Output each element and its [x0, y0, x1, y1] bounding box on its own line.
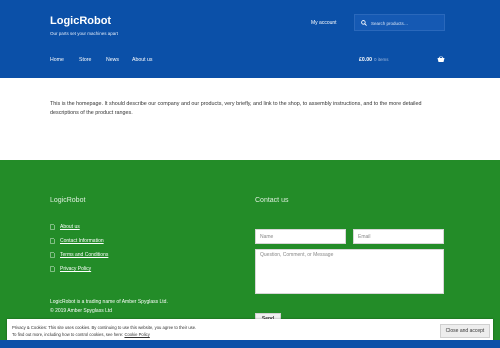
- close-and-accept-button[interactable]: Close and accept: [440, 324, 490, 338]
- footer-link-about-us[interactable]: About us: [60, 224, 80, 230]
- cookie-text: Privacy & Cookies: This site uses cookie…: [12, 324, 196, 338]
- site-tagline: Our parts set your machines apart: [50, 31, 119, 36]
- nav-about-us[interactable]: About us: [132, 57, 152, 63]
- document-icon: [50, 252, 55, 258]
- name-field[interactable]: [255, 229, 346, 244]
- footer-link-privacy-policy[interactable]: Privacy Policy: [60, 266, 91, 272]
- footer-trading-name: LogicRobot is a trading name of Amber Sp…: [50, 299, 168, 305]
- footer-link-terms[interactable]: Terms and Conditions: [60, 252, 108, 258]
- cookie-text-line2: To find out more, including how to contr…: [12, 331, 196, 338]
- nav-news[interactable]: News: [106, 57, 119, 63]
- my-account-link[interactable]: My account: [311, 20, 337, 26]
- page-content: This is the homepage. It should describe…: [50, 101, 422, 116]
- bottom-bar: [0, 340, 500, 348]
- site-header: LogicRobot Our parts set your machines a…: [0, 0, 500, 78]
- contact-title: Contact us: [255, 197, 289, 204]
- message-field[interactable]: [255, 249, 444, 294]
- footer-copyright: © 2019 Amber Spyglass Ltd: [50, 308, 113, 314]
- footer-logo-text: LogicRobot: [50, 197, 86, 204]
- cookie-policy-link[interactable]: Cookie Policy: [124, 332, 149, 337]
- basket-icon[interactable]: [437, 56, 445, 63]
- cart-count[interactable]: 0 items: [374, 57, 389, 62]
- product-search[interactable]: [354, 14, 445, 31]
- cart-total[interactable]: £0.00: [359, 57, 372, 63]
- nav-home[interactable]: Home: [50, 57, 64, 63]
- cookie-text-prefix: To find out more, including how to contr…: [12, 332, 125, 337]
- document-icon: [50, 238, 55, 244]
- nav-store[interactable]: Store: [79, 57, 91, 63]
- site-title[interactable]: LogicRobot: [50, 15, 111, 27]
- search-icon: [361, 20, 367, 26]
- footer-note: LogicRobot is a trading name of Amber Sp…: [50, 298, 168, 316]
- document-icon: [50, 266, 55, 272]
- email-field[interactable]: [353, 229, 444, 244]
- search-input[interactable]: [371, 18, 441, 28]
- footer-link-contact-information[interactable]: Contact Information: [60, 238, 104, 244]
- document-icon: [50, 224, 55, 230]
- cookie-text-line1: Privacy & Cookies: This site uses cookie…: [12, 325, 197, 330]
